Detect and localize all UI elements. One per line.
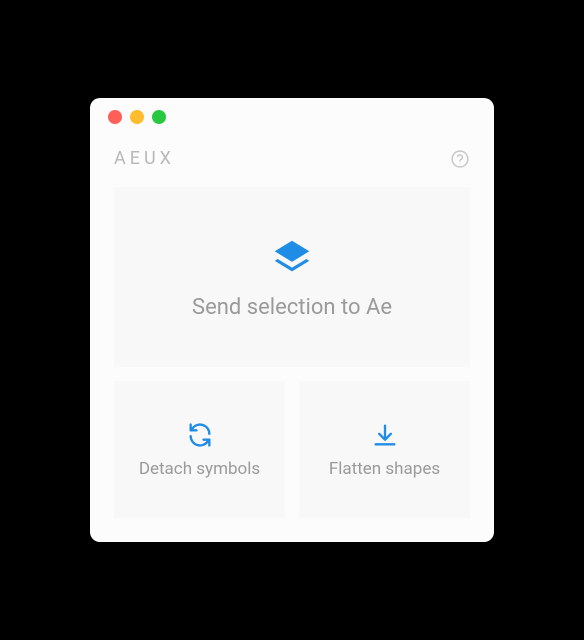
send-label: Send selection to Ae xyxy=(192,295,392,320)
flatten-down-icon xyxy=(371,421,399,449)
content: Send selection to Ae Detach symbols xyxy=(90,187,494,542)
titlebar xyxy=(90,98,494,136)
header: AEUX xyxy=(90,136,494,187)
flatten-label: Flatten shapes xyxy=(329,459,440,479)
refresh-icon xyxy=(186,421,214,449)
detach-symbols-button[interactable]: Detach symbols xyxy=(114,381,285,518)
help-icon[interactable] xyxy=(450,149,470,169)
layers-icon xyxy=(269,235,315,281)
window-close-button[interactable] xyxy=(108,110,122,124)
send-to-ae-button[interactable]: Send selection to Ae xyxy=(114,187,470,367)
app-title: AEUX xyxy=(114,148,175,169)
window-zoom-button[interactable] xyxy=(152,110,166,124)
plugin-window: AEUX Send selection to Ae xyxy=(90,98,494,542)
window-minimize-button[interactable] xyxy=(130,110,144,124)
secondary-actions-row: Detach symbols Flatten shapes xyxy=(114,381,470,518)
flatten-shapes-button[interactable]: Flatten shapes xyxy=(299,381,470,518)
detach-label: Detach symbols xyxy=(139,459,260,479)
